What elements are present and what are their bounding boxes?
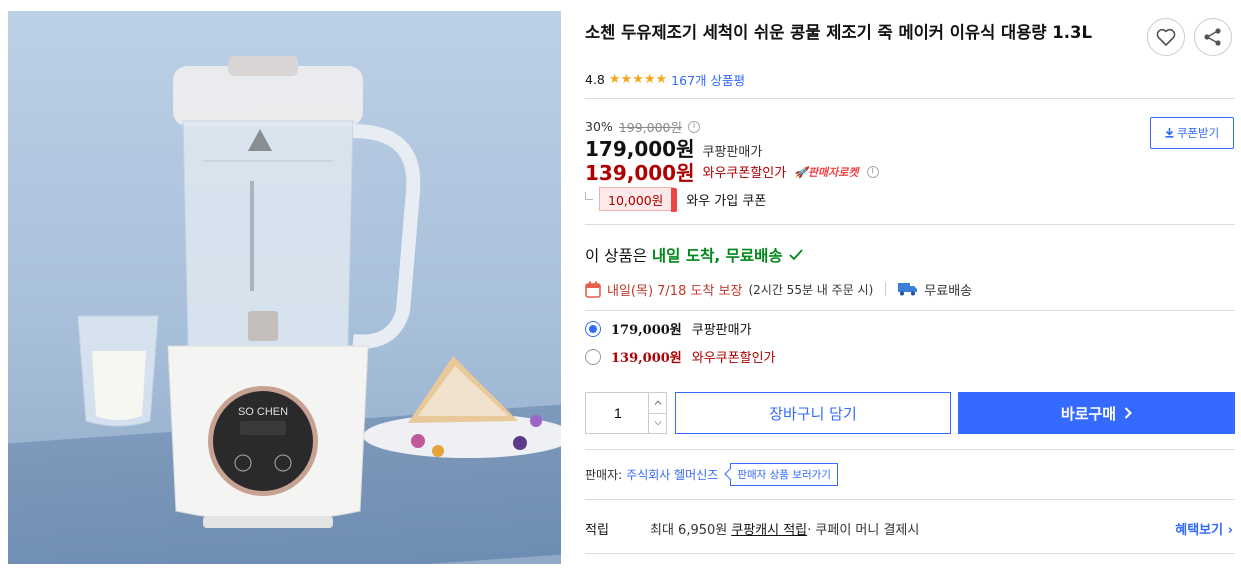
sandwich-plate: [363, 356, 561, 458]
truck-icon: [898, 283, 918, 296]
seller-row: 판매자: 주식회사 헬머신즈 판매자 상품 보러가기: [585, 463, 838, 486]
share-button[interactable]: [1194, 18, 1232, 56]
view-benefits-link[interactable]: 혜택보기 ›: [1175, 519, 1233, 538]
heart-icon: [1156, 28, 1176, 46]
rating-row: 4.8 ★★★★★ 167개 상품평: [585, 70, 745, 89]
seller-label: 판매자:: [585, 468, 623, 482]
points-prefix: 최대 6,950원: [650, 523, 728, 538]
divider: [585, 449, 1235, 450]
chevron-right-icon: [1124, 407, 1133, 419]
radio-unselected[interactable]: [585, 348, 601, 365]
favorite-button[interactable]: [1147, 18, 1185, 56]
radio-selected[interactable]: [585, 320, 601, 337]
blender-jar: [173, 56, 421, 349]
coupon-amount-badge: 10,000원: [599, 187, 678, 212]
milk-glass: [77, 315, 159, 427]
arrival-prefix: 이 상품은: [585, 247, 652, 265]
points-suffix: · 쿠페이 머니 결제시: [807, 523, 920, 538]
review-count-link[interactable]: 167개 상품평: [671, 70, 745, 89]
seller-rocket-badge: 🚀판매자로켓: [794, 164, 858, 180]
rocket-label: 판매자로켓: [807, 165, 859, 179]
free-shipping-label: 무료배송: [924, 283, 973, 299]
divider: [585, 499, 1235, 500]
product-title: 소첸 두유제조기 세척이 쉬운 콩물 제조기 죽 메이커 이유식 대용량 1.3…: [585, 23, 1093, 42]
check-icon: [789, 249, 803, 261]
chevron-down-icon: [654, 420, 661, 426]
blender-brand-text: SO CHEN: [238, 406, 288, 418]
buy-now-button[interactable]: 바로구매: [958, 392, 1235, 434]
price-option-standard[interactable]: 179,000원 쿠팡판매가: [585, 319, 752, 338]
chevron-right-icon: ›: [1227, 523, 1233, 538]
get-coupon-button[interactable]: 쿠폰받기: [1150, 117, 1234, 149]
get-coupon-label: 쿠폰받기: [1176, 126, 1220, 140]
delivery-info-row: 내일(목) 7/18 도착 보장 (2시간 55분 내 주문 시) 무료배송: [585, 278, 972, 300]
seller-products-button[interactable]: 판매자 상품 보러가기: [730, 463, 838, 486]
quantity-decrease-button[interactable]: [649, 414, 666, 434]
option-price: 179,000원: [611, 323, 682, 338]
star-rating-icon: ★★★★★: [608, 72, 668, 87]
discount-rate: 30%: [585, 119, 613, 134]
delivery-date: 내일(목) 7/18 도착 보장: [607, 283, 743, 299]
delivery-deadline: (2시간 55분 내 주문 시): [748, 282, 874, 297]
points-label: 적립: [585, 523, 609, 538]
download-icon: [1165, 128, 1174, 138]
wow-price-label: 와우쿠폰할인가: [702, 166, 787, 181]
quantity-stepper: [585, 392, 667, 434]
calendar-icon: [585, 281, 601, 298]
arrival-headline: 이 상품은 내일 도착, 무료배송: [585, 244, 803, 266]
rocket-icon: 🚀: [794, 165, 808, 179]
view-benefits-label: 혜택보기: [1175, 523, 1224, 538]
points-row: 적립 최대 6,950원 쿠팡캐시 적립 · 쿠페이 머니 결제시 혜택보기 ›: [585, 519, 1235, 538]
tree-corner: [585, 192, 593, 200]
product-info-panel: 소첸 두유제조기 세척이 쉬운 콩물 제조기 죽 메이커 이유식 대용량 1.3…: [585, 0, 1235, 569]
blender-illustration: SO CHEN: [77, 56, 561, 528]
buy-now-label: 바로구매: [1060, 404, 1117, 423]
wow-coupon-row: 10,000원 와우 가입 쿠폰: [585, 187, 767, 212]
option-label: 와우쿠폰할인가: [691, 351, 776, 366]
quantity-steps: [648, 393, 666, 433]
wow-price: 139,000원: [585, 161, 695, 185]
arrival-highlight: 내일 도착, 무료배송: [651, 247, 783, 265]
divider: [585, 553, 1235, 554]
divider: [585, 98, 1235, 99]
quantity-input[interactable]: [586, 393, 648, 433]
divider: [585, 224, 1235, 225]
separator: [885, 282, 887, 296]
add-to-cart-button[interactable]: 장바구니 담기: [675, 392, 951, 434]
info-icon[interactable]: i: [866, 165, 879, 178]
seller-name-link[interactable]: 주식회사 헬머신즈: [626, 466, 718, 483]
coupon-label: 와우 가입 쿠폰: [686, 193, 767, 209]
quantity-increase-button[interactable]: [649, 393, 666, 414]
share-icon: [1204, 28, 1221, 46]
info-icon[interactable]: i: [688, 120, 700, 133]
option-price: 139,000원: [611, 351, 682, 366]
chevron-up-icon: [654, 400, 661, 406]
divider: [585, 310, 1235, 311]
wow-price-row: 139,000원 와우쿠폰할인가 🚀판매자로켓 i: [585, 157, 879, 186]
coupang-cash-link[interactable]: 쿠팡캐시 적립: [731, 519, 807, 538]
option-label: 쿠팡판매가: [691, 323, 752, 338]
product-image: SO CHEN: [8, 11, 561, 564]
rating-value: 4.8: [585, 72, 605, 87]
price-option-wow[interactable]: 139,000원 와우쿠폰할인가: [585, 347, 776, 366]
blender-base: SO CHEN: [167, 345, 369, 528]
